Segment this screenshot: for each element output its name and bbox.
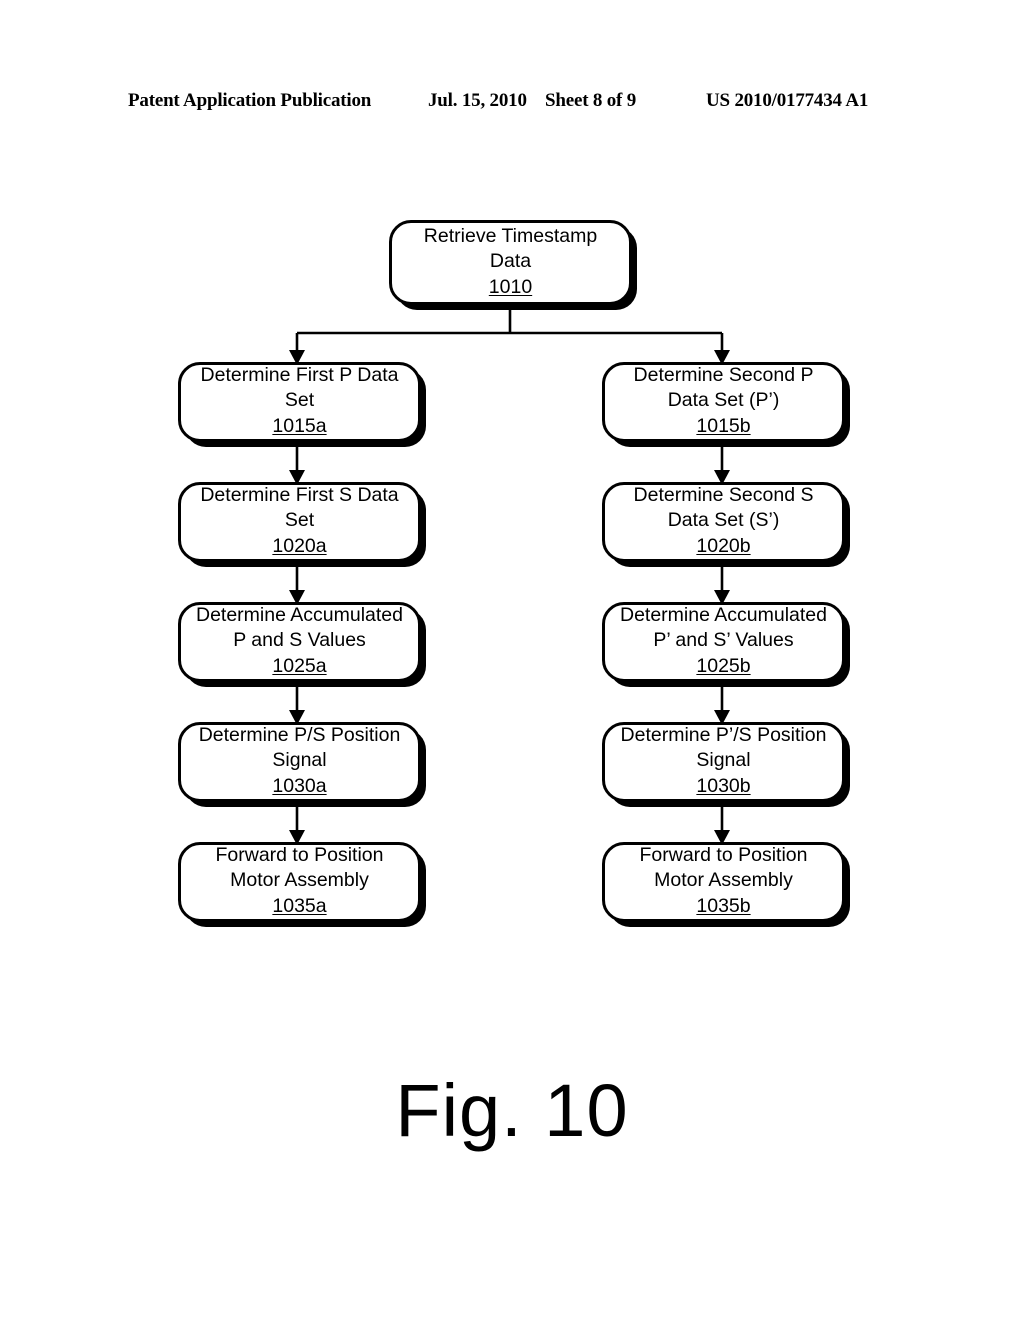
node-determine-second-p-data-set[interactable]: Determine Second P Data Set (P’) 1015b <box>602 362 845 442</box>
node-determine-first-p-data-set[interactable]: Determine First P Data Set 1015a <box>178 362 421 442</box>
node-reference-number: 1015a <box>272 415 327 437</box>
node-label: Determine Accumulated P’ and S’ Values <box>619 604 828 651</box>
node-reference-number: 1015b <box>696 415 751 437</box>
node-reference-number: 1030b <box>696 775 751 797</box>
node-reference-number: 1035b <box>696 895 751 917</box>
flowchart-figure: Retrieve Timestamp Data 1010 Determine F… <box>0 0 1024 1320</box>
node-label: Determine Second S Data Set (S’) <box>633 484 814 531</box>
node-determine-accumulated-p-and-s-values[interactable]: Determine Accumulated P and S Values 102… <box>178 602 421 682</box>
node-reference-number: 1025b <box>696 655 751 677</box>
node-label: Retrieve Timestamp Data <box>423 224 598 272</box>
node-label: Determine Accumulated P and S Values <box>195 604 404 651</box>
node-determine-accumulated-p-prime-and-s-prime-values[interactable]: Determine Accumulated P’ and S’ Values 1… <box>602 602 845 682</box>
node-retrieve-timestamp-data[interactable]: Retrieve Timestamp Data 1010 <box>389 220 632 305</box>
node-determine-ps-position-signal[interactable]: Determine P/S Position Signal 1030a <box>178 722 421 802</box>
node-reference-number: 1030a <box>272 775 327 797</box>
node-label: Determine First P Data Set <box>200 364 399 411</box>
node-reference-number: 1025a <box>272 655 327 677</box>
figure-caption: Fig. 10 <box>395 1069 629 1152</box>
node-forward-to-position-motor-assembly-left[interactable]: Forward to Position Motor Assembly 1035a <box>178 842 421 922</box>
node-reference-number: 1020b <box>696 535 751 557</box>
node-reference-number: 1020a <box>272 535 327 557</box>
node-determine-second-s-data-set[interactable]: Determine Second S Data Set (S’) 1020b <box>602 482 845 562</box>
node-label: Forward to Position Motor Assembly <box>215 844 384 891</box>
node-label: Determine P/S Position Signal <box>198 724 401 771</box>
node-label: Forward to Position Motor Assembly <box>639 844 808 891</box>
node-label: Determine Second P Data Set (P’) <box>633 364 814 411</box>
node-reference-number: 1035a <box>272 895 327 917</box>
node-reference-number: 1010 <box>488 275 533 298</box>
node-label: Determine P’/S Position Signal <box>620 724 827 771</box>
node-forward-to-position-motor-assembly-right[interactable]: Forward to Position Motor Assembly 1035b <box>602 842 845 922</box>
node-determine-p-prime-s-position-signal[interactable]: Determine P’/S Position Signal 1030b <box>602 722 845 802</box>
node-determine-first-s-data-set[interactable]: Determine First S Data Set 1020a <box>178 482 421 562</box>
node-label: Determine First S Data Set <box>200 484 399 531</box>
